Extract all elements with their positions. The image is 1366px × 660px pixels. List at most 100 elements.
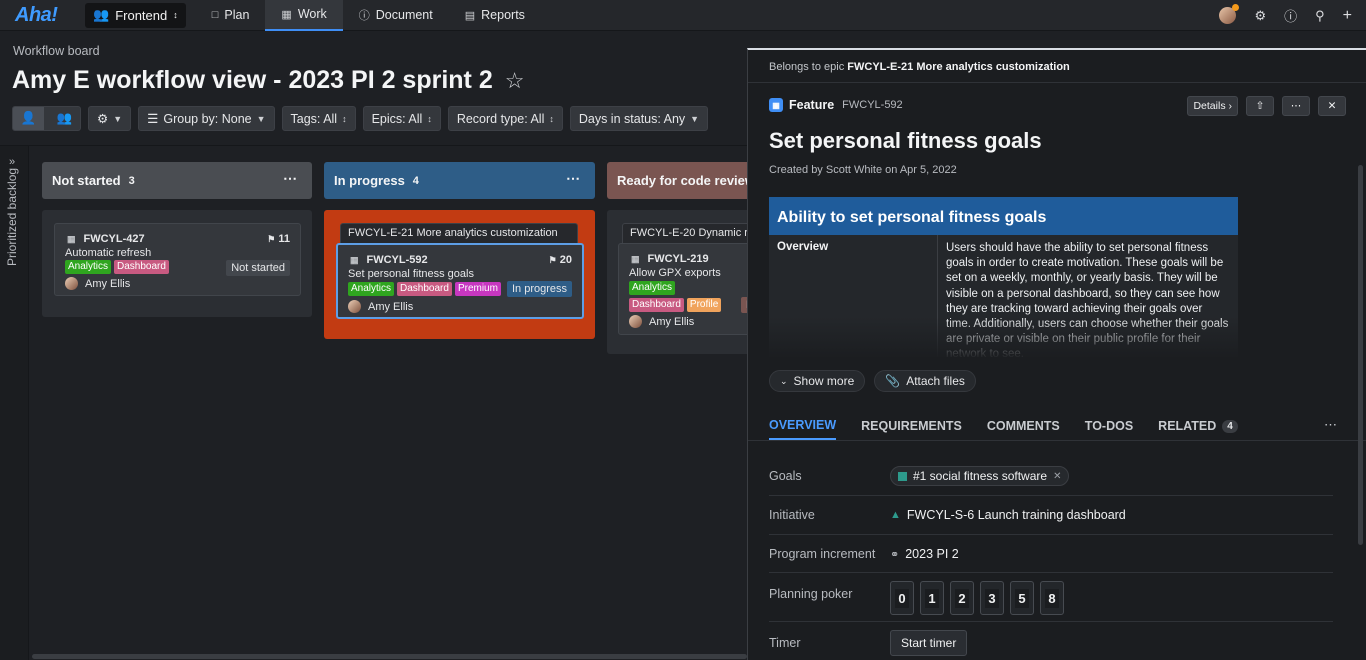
card-ref-text: FWCYL-427 [83,233,145,245]
more-icon[interactable]: ⋯ [566,170,581,187]
start-timer-button[interactable]: Start timer [890,630,968,656]
group-by-filter[interactable]: ☰ Group by: None ▼ [138,106,275,131]
column-count: 4 [412,174,419,187]
field-label: Planning poker [769,587,853,601]
column-header-ready-for-code-review[interactable]: Ready for code review [607,162,767,199]
epics-filter[interactable]: Epics: All ↕ [362,106,441,131]
search-icon[interactable]: ⚲ [1315,8,1325,24]
tag-dashboard[interactable]: Dashboard [114,260,169,274]
score-icon: ⚑ [267,234,276,244]
poker-card[interactable]: 3 [980,581,1004,615]
parent-epic-link[interactable]: FWCYL-E-21 More analytics customization [847,61,1069,73]
card-name: Allow GPX exports [629,267,721,279]
epics-filter-label: Epics: All [371,111,423,126]
help-icon[interactable]: ⓘ [1284,6,1297,25]
tag-dashboard[interactable]: Dashboard [397,282,452,296]
settings-icon[interactable]: ⚙ [1254,8,1266,24]
poker-card[interactable]: 0 [890,581,914,615]
epic-label[interactable]: FWCYL-E-20 Dynamic re [622,223,762,243]
field-label: Goals [769,469,802,483]
team-users-icon[interactable]: 👥 [49,107,80,130]
share-icon: ⇧ [1255,100,1265,112]
tabs-more-icon[interactable]: ⋯ [1324,417,1338,433]
description[interactable]: Ability to set personal fitness goals Ov… [769,197,1238,357]
backlog-sidebar[interactable]: » Prioritized backlog [0,146,29,660]
card-name: Set personal fitness goals [348,268,474,280]
card-assignee: Amy Ellis [65,277,130,290]
tab-todos[interactable]: TO-DOS [1085,412,1133,440]
settings-dropdown[interactable]: ⚙ ▼ [88,106,132,131]
tag-premium[interactable]: Premium [454,282,501,296]
remove-icon[interactable]: ✕ [1053,471,1061,482]
tag-analytics[interactable]: Analytics [629,281,676,295]
goal-chip[interactable]: #1 social fitness software ✕ [890,466,1070,486]
status-badge[interactable]: Not started [226,260,290,276]
star-icon[interactable]: ☆ [505,68,525,94]
tag-profile[interactable]: Profile [686,298,722,312]
poker-card[interactable]: 8 [1040,581,1064,615]
nav-work[interactable]: ▦ Work [265,0,343,31]
tag-analytics[interactable]: Analytics [348,282,395,296]
sidebar-label[interactable]: Prioritized backlog [5,168,19,266]
poker-value: 8 [1045,588,1059,608]
aha-logo[interactable]: Aha! [15,4,85,27]
status-badge[interactable]: In progress [506,281,572,297]
feature-icon: ▦ [769,98,783,112]
field-label: Program increment [769,547,876,561]
breadcrumb[interactable]: Workflow board [13,44,100,58]
assignee-name: Amy Ellis [85,277,131,290]
caret-down-icon: ▼ [690,113,700,124]
days-in-status-filter[interactable]: Days in status: Any ▼ [569,106,709,131]
column-count: 3 [128,174,135,187]
record-ref[interactable]: FWCYL-592 [842,99,903,111]
column-body-in-progress: FWCYL-E-21 More analytics customization … [324,210,595,339]
poker-card[interactable]: 5 [1010,581,1034,615]
tab-comments[interactable]: COMMENTS [987,412,1060,440]
details-button[interactable]: Details › [1187,96,1238,116]
feature-card[interactable]: ▦ FWCYL-427 Automatic refresh ⚑ 11 Analyt… [54,223,301,296]
feature-card[interactable]: ▦ FWCYL-219 Allow GPX exports Analytics D… [618,243,759,335]
tag-dashboard[interactable]: Dashboard [629,298,684,312]
more-icon[interactable]: ⋯ [283,170,298,187]
attach-files-button[interactable]: 📎 Attach files [874,370,976,392]
drawer-scrollbar[interactable] [1358,165,1363,545]
column-body-not-started: ▦ FWCYL-427 Automatic refresh ⚑ 11 Analyt… [42,210,312,317]
add-icon[interactable]: + [1343,7,1352,25]
record-type-filter[interactable]: Record type: All ↕ [447,106,563,131]
record-type: ▦ Feature FWCYL-592 [769,98,903,112]
tab-overview[interactable]: OVERVIEW [769,412,837,440]
nav-reports[interactable]: ▤ Reports [449,0,541,31]
close-button[interactable]: ✕ [1318,96,1346,116]
board-horizontal-scrollbar[interactable] [32,654,747,659]
column-header-not-started[interactable]: Not started 3 ⋯ [42,162,312,199]
workspace-switcher[interactable]: 👥 Frontend ↕ [85,2,186,28]
gear-icon: ⚙ [97,112,109,126]
poker-card[interactable]: 1 [920,581,944,615]
flag-icon [898,471,907,481]
nav-document[interactable]: ⓘ Document [343,0,449,31]
user-avatar[interactable] [1219,4,1240,24]
tag-analytics[interactable]: Analytics [65,260,112,274]
field-value[interactable]: ▲ FWCYL-S-6 Launch training dashboard [890,508,1126,522]
field-value[interactable]: ⚭ 2023 PI 2 [890,547,959,561]
card-score: ⚑ 20 [549,254,572,266]
initiative-value: FWCYL-S-6 Launch training dashboard [906,508,1126,522]
layers-icon: ☰ [147,112,159,126]
tab-requirements[interactable]: REQUIREMENTS [861,412,962,440]
expand-chevron-icon[interactable]: » [9,156,15,168]
feature-card-selected[interactable]: ▦ FWCYL-592 Set personal fitness goals ⚑ … [336,243,584,319]
nav-plan[interactable]: □ Plan [196,0,266,31]
share-button[interactable]: ⇧ [1246,96,1274,116]
tags-filter[interactable]: Tags: All ↕ [281,106,356,131]
tab-related[interactable]: RELATED 4 [1158,412,1238,440]
poker-card[interactable]: 2 [950,581,974,615]
single-user-icon[interactable]: 👤 [13,107,44,130]
epic-label[interactable]: FWCYL-E-21 More analytics customization [340,223,578,243]
record-type-label: Feature [789,98,835,112]
record-title[interactable]: Set personal fitness goals [769,128,1042,154]
show-more-button[interactable]: ⌄ Show more [769,370,866,392]
column-header-in-progress[interactable]: In progress 4 ⋯ [324,162,595,199]
record-type-label: Record type: All [456,111,545,126]
tags-filter-label: Tags: All [290,111,338,126]
more-button[interactable]: ⋯ [1282,96,1310,116]
